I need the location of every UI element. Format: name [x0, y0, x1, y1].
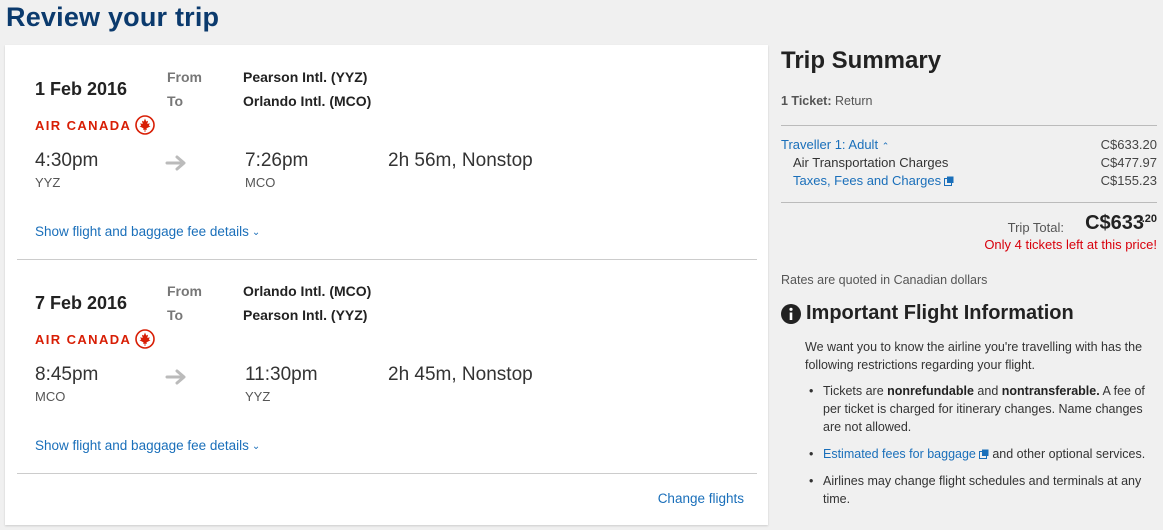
baggage-fees-label: Estimated fees for baggage [823, 447, 976, 461]
summary-divider [781, 125, 1157, 126]
air-charges-label: Air Transportation Charges [793, 155, 949, 170]
origin-airport: Orlando Intl. (MCO) [243, 283, 372, 299]
destination-airport: Pearson Intl. (YYZ) [243, 307, 368, 323]
arrow-right-icon [165, 369, 186, 385]
important-info-title: Important Flight Information [806, 302, 1074, 324]
flight-date: 7 Feb 2016 [35, 293, 128, 313]
show-details-label: Show flight and baggage fee details [35, 224, 249, 239]
list-item: Tickets are nonrefundable and nontransfe… [805, 382, 1157, 436]
destination-airport: Orlando Intl. (MCO) [243, 93, 372, 109]
segment-divider [17, 473, 757, 474]
b2-post: and other optional services. [988, 447, 1146, 461]
rates-note: Rates are quoted in Canadian dollars [781, 273, 988, 287]
list-item: Airlines may change flight schedules and… [805, 472, 1157, 508]
b1-bold1: nonrefundable [887, 384, 974, 398]
traveller-toggle[interactable]: Traveller 1: Adult ⌃ [781, 137, 889, 152]
list-item: Estimated fees for baggage and other opt… [805, 445, 1157, 463]
trip-total-cents: .20 [1141, 213, 1157, 225]
show-details-link[interactable]: Show flight and baggage fee details ⌄ [35, 224, 260, 239]
taxes-value: C$155.23 [1100, 173, 1157, 188]
traveller-label: Traveller 1: Adult [781, 137, 879, 152]
arrival-time: 11:30pm [245, 364, 318, 385]
taxes-label: Taxes, Fees and Charges [793, 173, 942, 188]
chevron-down-icon: ⌄ [251, 441, 261, 452]
departure-time: 8:45pm [35, 364, 99, 385]
summary-divider [781, 202, 1157, 203]
departure-code: MCO [35, 389, 66, 404]
info-intro: We want you to know the airline you're t… [805, 340, 1143, 372]
summary-title: Trip Summary [781, 47, 942, 74]
external-link-icon [944, 176, 954, 186]
baggage-fees-link[interactable]: Estimated fees for baggage [823, 447, 989, 461]
airline-name: AIR CANADA [35, 117, 132, 133]
maple-leaf-icon [135, 329, 156, 349]
to-label: To [167, 93, 184, 109]
chevron-up-icon: ⌃ [881, 141, 890, 151]
maple-leaf-icon [135, 115, 156, 135]
change-flights-link[interactable]: Change flights [658, 491, 744, 506]
ticket-count: 1 Ticket: [781, 94, 832, 108]
ticket-info: 1 Ticket: Return [781, 94, 873, 108]
from-label: From [167, 69, 202, 85]
important-info-heading: Important Flight Information [781, 302, 1074, 325]
availability-warning: Only 4 tickets left at this price! [984, 237, 1157, 252]
b1-mid: and [973, 384, 1002, 398]
show-details-link[interactable]: Show flight and baggage fee details ⌄ [35, 438, 260, 453]
chevron-down-icon: ⌄ [251, 227, 261, 238]
to-label: To [167, 307, 184, 323]
flight-date: 1 Feb 2016 [35, 79, 128, 99]
from-label: From [167, 283, 202, 299]
air-charges-value: C$477.97 [1100, 155, 1157, 170]
trip-total-label: Trip Total: [1007, 220, 1064, 235]
arrow-right-icon [165, 155, 186, 171]
arrival-code: MCO [245, 175, 276, 190]
origin-airport: Pearson Intl. (YYZ) [243, 69, 368, 85]
show-details-label: Show flight and baggage fee details [35, 438, 249, 453]
page-title: Review your trip [6, 2, 220, 32]
b1-pre: Tickets are [823, 384, 888, 398]
flights-card: 1 Feb 2016 From To Pearson Intl. (YYZ) O… [5, 45, 768, 525]
flight-duration: 2h 45m, Nonstop [388, 364, 533, 385]
trip-total-amount: C$633 [1085, 212, 1144, 234]
departure-code: YYZ [35, 175, 61, 190]
departure-time: 4:30pm [35, 150, 99, 171]
b1-bold2: nontransferable. [1001, 384, 1100, 398]
arrival-code: YYZ [245, 389, 271, 404]
airline-logo: AIR CANADA [35, 329, 156, 349]
ticket-type: Return [834, 94, 873, 108]
taxes-link[interactable]: Taxes, Fees and Charges [793, 173, 954, 188]
segment-divider [17, 259, 757, 260]
restrictions-list: Tickets are nonrefundable and nontransfe… [805, 382, 1157, 517]
traveller-total: C$633.20 [1100, 137, 1157, 152]
flight-duration: 2h 56m, Nonstop [388, 150, 533, 171]
airline-logo: AIR CANADA [35, 115, 156, 135]
external-link-icon [978, 449, 989, 459]
b3-text: Airlines may change flight schedules and… [823, 474, 1142, 506]
arrival-time: 7:26pm [245, 150, 309, 171]
trip-summary: Trip Summary 1 Ticket: Return Traveller … [781, 0, 1157, 530]
info-icon [781, 303, 801, 324]
airline-name: AIR CANADA [35, 331, 132, 347]
